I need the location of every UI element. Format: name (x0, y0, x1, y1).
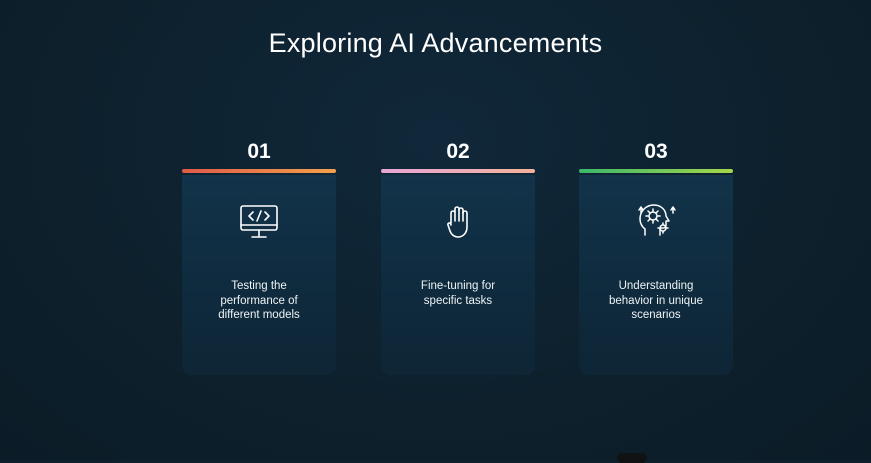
accent-bar (579, 169, 733, 173)
step-number: 03 (644, 140, 668, 163)
accent-bar (182, 169, 336, 173)
accent-bar (381, 169, 535, 173)
step-card-body: Testing the performance of different mod… (182, 175, 336, 375)
step-card-01: 01 Testing the performance of different … (182, 138, 336, 375)
step-description: Understanding behavior in unique scenari… (609, 280, 703, 321)
step-card-03: 03 Understanding behavior in unique scen… (579, 138, 733, 375)
monitor-code-icon (240, 205, 278, 238)
slide: Exploring AI Advancements 01 Testing the… (0, 0, 871, 463)
step-card-body: Fine-tuning for specific tasks (381, 175, 535, 375)
step-number: 01 (247, 140, 271, 163)
raised-hand-icon (447, 206, 468, 238)
head-gears-icon (638, 204, 676, 236)
step-description: Testing the performance of different mod… (218, 280, 300, 321)
video-overlay-fragment (617, 453, 647, 463)
step-card-02: 02 Fine-tuning for specific tasks (381, 138, 535, 375)
step-number: 02 (446, 140, 470, 163)
step-card-body: Understanding behavior in unique scenari… (579, 175, 733, 375)
step-description: Fine-tuning for specific tasks (420, 280, 496, 307)
slide-title: Exploring AI Advancements (268, 28, 603, 58)
